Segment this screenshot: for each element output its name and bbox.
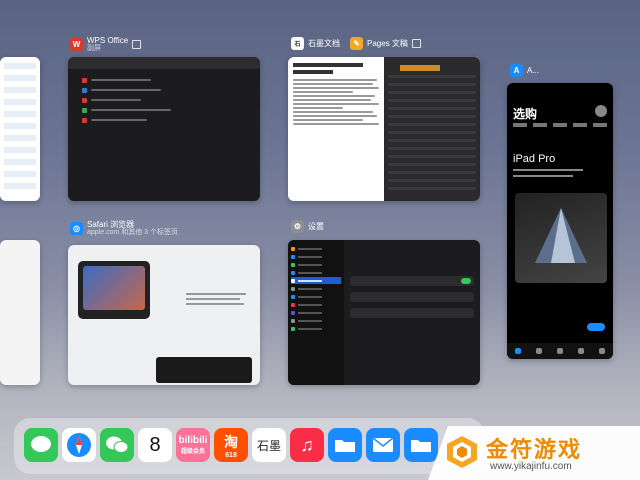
- wps-card-label: W WPS Office 副屏: [70, 36, 142, 53]
- product-title: iPad Pro: [513, 153, 556, 165]
- wechat-icon[interactable]: [100, 428, 134, 462]
- shimo-dock-label: 石墨: [256, 438, 281, 453]
- safari-icon[interactable]: [62, 428, 96, 462]
- shimo-pages-card-label: 石 石墨文档 ✎ Pages 文稿: [291, 37, 421, 50]
- taobao-icon[interactable]: 淘 618: [214, 428, 248, 462]
- safari-card-subtitle: apple.com 和其他 3 个标签页: [87, 229, 179, 236]
- watermark-url: www.yikajinfu.com: [490, 461, 572, 472]
- toggle-switch[interactable]: [461, 278, 471, 284]
- bilibili-badge: 超级会员: [180, 449, 205, 455]
- buy-button[interactable]: [587, 323, 605, 331]
- partial-app-card-spreadsheet[interactable]: [0, 57, 40, 201]
- shimo-card-title: 石墨文档: [308, 39, 340, 48]
- folder-icon[interactable]: [328, 428, 362, 462]
- calendar-day: 8: [149, 433, 161, 456]
- settings-card-label: ⚙ 设置: [291, 220, 324, 233]
- pages-app-icon: ✎: [350, 37, 363, 50]
- promo-banner: [156, 357, 252, 383]
- settings-sidebar: [288, 240, 344, 385]
- pages-document-pane: [384, 57, 480, 201]
- shimo-pages-split-card[interactable]: [288, 57, 480, 201]
- settings-app-card[interactable]: [288, 240, 480, 385]
- shimo-icon[interactable]: 石墨: [252, 428, 286, 462]
- mail-icon[interactable]: [366, 428, 400, 462]
- duplicate-window-icon: [132, 40, 142, 49]
- shimo-app-icon: 石: [291, 37, 304, 50]
- taobao-badge: 618: [225, 451, 237, 459]
- partial-app-card-blank[interactable]: [0, 240, 40, 385]
- safari-app-icon: ◎: [70, 222, 83, 235]
- wps-toolbar: [68, 57, 260, 69]
- safari-card-title: Safari 浏览器: [87, 220, 135, 229]
- appstore-card-label: A A...: [510, 64, 539, 77]
- appstore-card-title: A...: [527, 66, 540, 75]
- watermark: 金符游戏 www.yikajinfu.com: [428, 426, 640, 480]
- pages-card-title: Pages 文稿: [367, 39, 408, 48]
- settings-card-title: 设置: [308, 222, 324, 231]
- watermark-logo-icon: [444, 434, 480, 470]
- wps-card-subtitle: 副屏: [87, 45, 101, 52]
- avatar[interactable]: [595, 105, 607, 117]
- appstore-app-icon: A: [510, 64, 523, 77]
- messages-icon[interactable]: [24, 428, 58, 462]
- gear-icon: ⚙: [291, 220, 304, 233]
- wps-app-icon: W: [70, 38, 83, 51]
- watermark-brand: 金符游戏: [486, 437, 583, 462]
- settings-detail: [344, 240, 480, 385]
- dock: 8 bilibili 超级会员 淘 618 石墨 ♫: [14, 418, 484, 474]
- ipad-pro-image: [515, 193, 607, 283]
- bilibili-icon[interactable]: bilibili 超级会员: [176, 428, 210, 462]
- music-icon[interactable]: ♫: [290, 428, 324, 462]
- shimo-document-pane: [288, 57, 384, 201]
- safari-app-card[interactable]: [68, 245, 260, 385]
- ipad-hero-image: [78, 261, 150, 319]
- appstore-app-card[interactable]: 选购 iPad Pro: [507, 83, 613, 359]
- wps-card-title: WPS Office: [87, 36, 129, 45]
- appstore-tab-bar: [507, 343, 613, 359]
- appstore-heading: 选购: [513, 107, 538, 121]
- calendar-icon[interactable]: 8: [138, 428, 172, 462]
- duplicate-window-icon: [411, 39, 421, 48]
- safari-card-label: ◎ Safari 浏览器 apple.com 和其他 3 个标签页: [70, 220, 178, 237]
- wps-office-app-card[interactable]: [68, 57, 260, 201]
